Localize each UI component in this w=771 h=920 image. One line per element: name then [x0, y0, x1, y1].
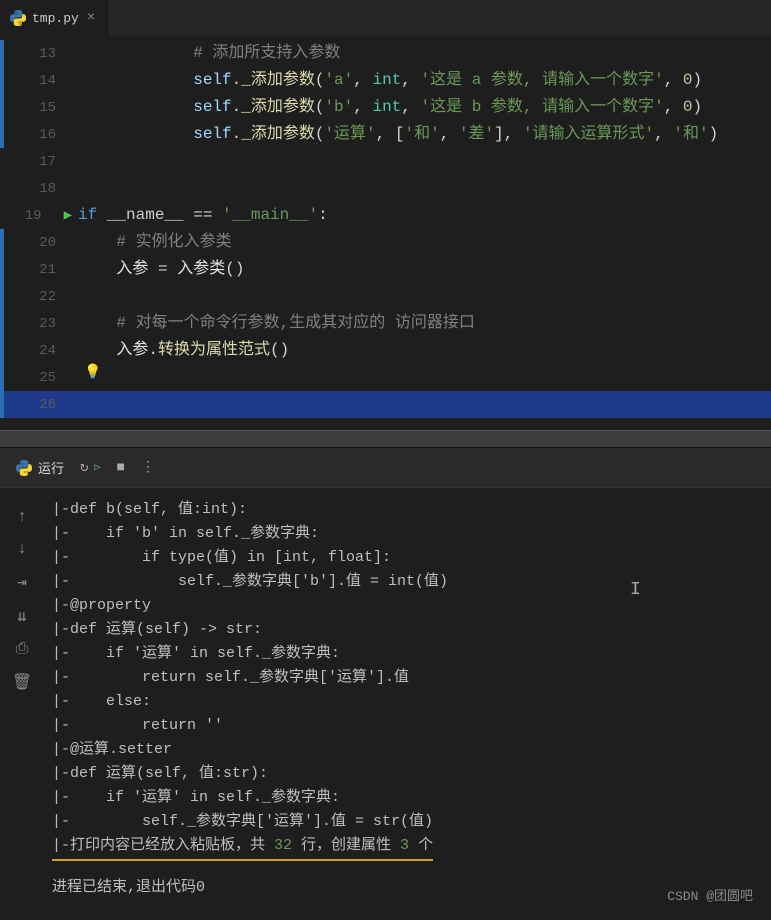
- code-line[interactable]: # 实例化入参类: [78, 229, 771, 256]
- reload-icon[interactable]: ↻: [80, 459, 88, 476]
- line-number: 17: [4, 154, 72, 170]
- scroll-up-icon[interactable]: ↑: [17, 508, 27, 526]
- code-line[interactable]: [78, 175, 771, 202]
- print-icon[interactable]: ⎙: [16, 640, 29, 658]
- python-icon: [16, 460, 32, 476]
- line-number: 26: [4, 397, 72, 413]
- line-number: 22: [4, 289, 72, 305]
- console-line: |- return self._参数字典['运算'].值: [52, 666, 771, 690]
- code-line[interactable]: # 添加所支持入参数: [78, 40, 771, 67]
- console-summary-line: |-打印内容已经放入粘贴板，共 32 行，创建属性 3 个: [52, 834, 771, 858]
- run-tab[interactable]: 运行: [16, 458, 64, 477]
- console-line: |- self._参数字典['运算'].值 = str(值): [52, 810, 771, 834]
- line-number: 21: [4, 262, 72, 278]
- line-number: 20: [4, 235, 72, 251]
- code-line[interactable]: [78, 148, 771, 175]
- code-line[interactable]: self._添加参数('a', int, '这是 a 参数, 请输入一个数字',…: [78, 67, 771, 94]
- line-number: 24: [4, 343, 72, 359]
- code-line[interactable]: # 对每一个命令行参数,生成其对应的 访问器接口: [78, 310, 771, 337]
- console-line: |-@property: [52, 594, 771, 618]
- line-number: 18: [4, 181, 72, 197]
- close-icon[interactable]: ×: [85, 10, 97, 26]
- console-line: |-def b(self, 值:int):: [52, 498, 771, 522]
- code-line[interactable]: self._添加参数('运算', ['和', '差'], '请输入运算形式', …: [78, 121, 771, 148]
- console-line: |- if '运算' in self._参数字典:: [52, 642, 771, 666]
- file-tab[interactable]: tmp.py ×: [0, 0, 108, 36]
- current-line[interactable]: [0, 391, 771, 418]
- console-output[interactable]: |-def b(self, 值:int): |- if 'b' in self.…: [52, 488, 771, 900]
- stop-icon[interactable]: ■: [116, 460, 124, 476]
- line-number: 19: [4, 208, 58, 224]
- panel-divider[interactable]: [0, 430, 771, 448]
- run-panel-header: 运行 ↻ ▷ ■ ⋮: [0, 448, 771, 488]
- console-line: |-def 运算(self) -> str:: [52, 618, 771, 642]
- text-cursor-icon: I: [630, 580, 641, 600]
- code-line[interactable]: [78, 364, 771, 391]
- soft-wrap-icon[interactable]: ⇥: [17, 572, 27, 592]
- run-gutter-icon[interactable]: ▶: [64, 207, 72, 224]
- line-number: 23: [4, 316, 72, 332]
- console-line: |- else:: [52, 690, 771, 714]
- more-icon[interactable]: ⋮: [141, 459, 155, 476]
- code-line[interactable]: 入参 = 入参类(): [78, 256, 771, 283]
- line-number: 14: [4, 73, 72, 89]
- code-line[interactable]: 入参.转换为属性范式(): [78, 337, 771, 364]
- code-line[interactable]: self._添加参数('b', int, '这是 b 参数, 请输入一个数字',…: [78, 94, 771, 121]
- lightbulb-icon[interactable]: 💡: [84, 364, 101, 381]
- code-line[interactable]: [78, 283, 771, 310]
- console-line: |- if type(值) in [int, float]:: [52, 546, 771, 570]
- console-line: |- self._参数字典['b'].值 = int(值): [52, 570, 771, 594]
- play-icon[interactable]: ▷: [94, 462, 100, 474]
- tab-filename: tmp.py: [32, 11, 79, 26]
- line-number: 15: [4, 100, 72, 116]
- line-number: 13: [4, 46, 72, 62]
- console-line: |-@运算.setter: [52, 738, 771, 762]
- code-editor[interactable]: 13 14 15 16 17 18 19▶ 20 21 22 23 24 25 …: [0, 36, 771, 430]
- line-number: 16: [4, 127, 72, 143]
- python-icon: [10, 10, 26, 26]
- watermark: CSDN @团圆吧: [667, 885, 753, 904]
- exit-message: 进程已结束,退出代码0: [52, 876, 771, 900]
- console-line: |- if '运算' in self._参数字典:: [52, 786, 771, 810]
- tab-bar: tmp.py ×: [0, 0, 771, 36]
- line-gutter: 13 14 15 16 17 18 19▶ 20 21 22 23 24 25 …: [0, 36, 72, 418]
- console-output-panel: ↑ ↓ ⇥ ⇊ ⎙ 🗑 |-def b(self, 值:int): |- if …: [0, 488, 771, 920]
- console-line: |-def 运算(self, 值:str):: [52, 762, 771, 786]
- console-sidebar: ↑ ↓ ⇥ ⇊ ⎙ 🗑: [0, 488, 44, 920]
- code-line[interactable]: if __name__ == '__main__':: [78, 202, 771, 229]
- scroll-to-end-icon[interactable]: ⇊: [17, 606, 27, 626]
- code-area[interactable]: # 添加所支持入参数 self._添加参数('a', int, '这是 a 参数…: [78, 36, 771, 418]
- scroll-down-icon[interactable]: ↓: [17, 540, 27, 558]
- trash-icon[interactable]: 🗑: [12, 672, 32, 692]
- console-line: |- if 'b' in self._参数字典:: [52, 522, 771, 546]
- console-line: |- return '': [52, 714, 771, 738]
- line-number: 25: [4, 370, 72, 386]
- run-tab-label: 运行: [38, 458, 64, 477]
